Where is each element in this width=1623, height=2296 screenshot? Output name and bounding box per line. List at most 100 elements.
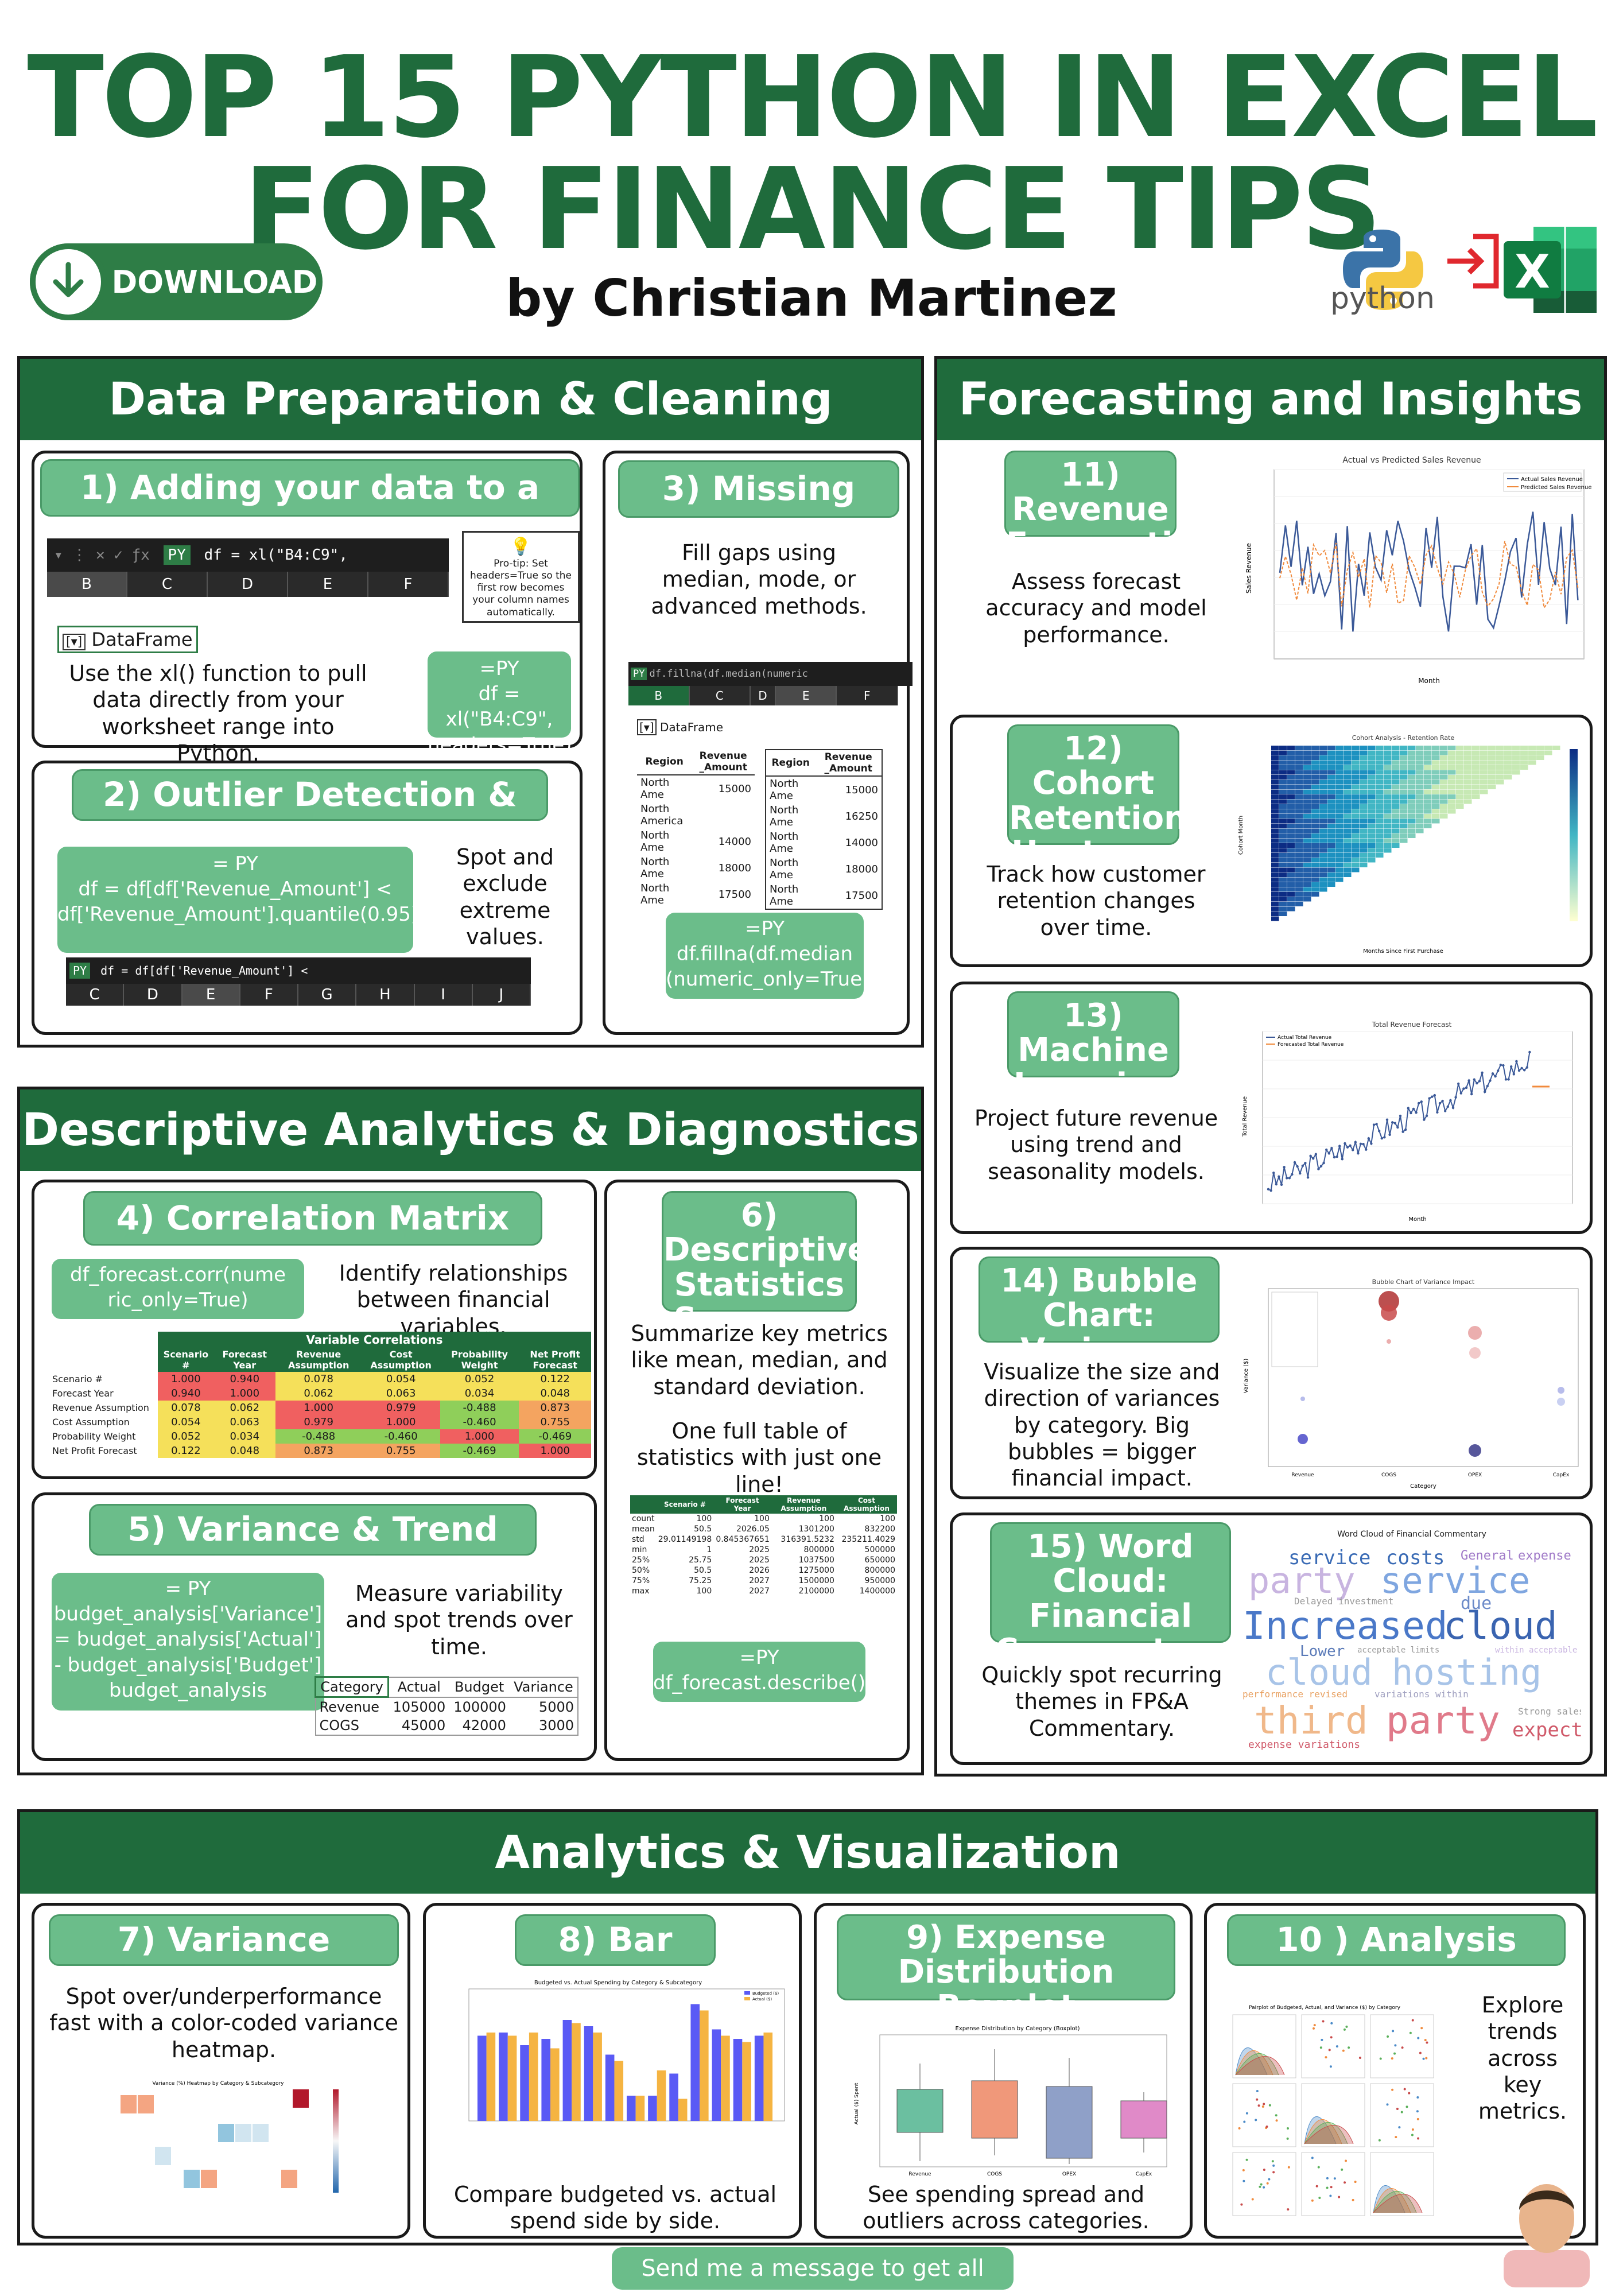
heatmap-cell xyxy=(1480,755,1488,760)
tip-title: 5) Variance & Trend Analysis xyxy=(89,1504,537,1596)
heatmap-cell xyxy=(1287,892,1295,897)
legend-actual: Actual Total Revenue xyxy=(1278,1035,1332,1041)
heatmap-cell xyxy=(1327,863,1335,867)
table-cell: 45000 xyxy=(401,1717,446,1733)
chart-title: Pairplot of Budgeted, Actual, and Varian… xyxy=(1249,2005,1400,2011)
heatmap-cell xyxy=(1319,872,1327,877)
cta-button[interactable]: Send me a message to get all code! xyxy=(612,2247,1014,2290)
heatmap-cell xyxy=(1352,775,1360,779)
data-point xyxy=(1242,2169,1245,2171)
heatmap-cell xyxy=(1384,755,1392,760)
table-row: North Ame 17500 xyxy=(637,881,755,907)
table-cell: 2025 xyxy=(749,1556,770,1565)
heatmap-cell xyxy=(1544,750,1552,755)
table-cell: 800000 xyxy=(864,1566,895,1575)
table-cell: 0.873 xyxy=(519,1401,591,1415)
bar-actual xyxy=(507,2035,517,2121)
heatmap-cell xyxy=(1392,794,1400,799)
heatmap-cell xyxy=(1271,897,1279,902)
tip-body-2: One full table of statistics with just o… xyxy=(636,1418,882,1497)
tip-title: 2) Outlier Detection & Removal xyxy=(72,769,548,861)
heatmap-cell xyxy=(1360,799,1368,804)
protip-text: Pro-tip: Set headers=True so the first r… xyxy=(469,557,572,618)
heatmap-cell xyxy=(1311,770,1319,775)
heatmap-cell xyxy=(1303,746,1311,750)
tip-body: Use the xl() function to pull data direc… xyxy=(69,661,367,766)
data-point xyxy=(1401,2046,1404,2049)
bubble xyxy=(1557,1398,1565,1406)
data-point xyxy=(1333,1155,1336,1159)
data-point xyxy=(1499,1064,1502,1066)
data-point xyxy=(1425,2057,1428,2060)
ml-forecast-chart: Total Revenue Forecast Actual Total Reve… xyxy=(1242,1021,1573,1223)
tip-card-5: 5) Variance & Trend Analysis = PY budget… xyxy=(32,1492,597,1761)
bubble xyxy=(1387,1339,1391,1344)
heatmap-cell xyxy=(1408,760,1416,765)
svg-text:third: third xyxy=(1254,1698,1368,1743)
data-point xyxy=(1507,1078,1510,1081)
svg-text:expected: expected xyxy=(1512,1719,1581,1742)
data-point xyxy=(1425,1114,1428,1118)
table-cell: 42000 xyxy=(462,1717,506,1733)
x-axis-label: Month xyxy=(1418,677,1440,685)
col-d: D xyxy=(208,572,288,597)
heatmap-cell xyxy=(1456,785,1464,789)
col-e: E xyxy=(288,572,368,597)
svg-text:CapEx: CapEx xyxy=(1553,1472,1570,1478)
heatmap-cell xyxy=(1432,794,1440,799)
data-point xyxy=(1263,2186,1265,2189)
heatmap-cell xyxy=(1335,838,1344,843)
formula-bar: PY df = df[df['Revenue_Amount'] < df['Re… xyxy=(66,957,531,1004)
heatmap-cell xyxy=(1440,770,1448,775)
data-point xyxy=(1287,2208,1290,2211)
heatmap-cell xyxy=(1368,794,1376,799)
heatmap-cell xyxy=(1327,867,1335,872)
heatmap-cell xyxy=(1520,746,1528,750)
heatmap-cell xyxy=(218,2124,234,2142)
heatmap-cell xyxy=(1392,779,1400,785)
heatmap-cell xyxy=(1319,877,1327,882)
data-point xyxy=(1418,1102,1420,1105)
heatmap-cell xyxy=(1416,789,1424,794)
download-button[interactable]: DOWNLOAD xyxy=(30,243,323,320)
heatmap-cell xyxy=(1311,755,1319,760)
heatmap-cell xyxy=(1352,760,1360,765)
heatmap-cell xyxy=(1319,804,1327,809)
heatmap-cell xyxy=(1327,824,1335,828)
heatmap-cell xyxy=(1335,794,1344,799)
heatmap-cell xyxy=(1456,789,1464,794)
heatmap-cell xyxy=(1392,819,1400,824)
heatmap-cell xyxy=(1279,824,1287,828)
bar-budgeted xyxy=(520,2045,529,2121)
tip-body: Compare budgeted vs. actual spend side b… xyxy=(453,2182,777,2234)
heatmap-cell xyxy=(1424,799,1432,804)
heatmap-cell xyxy=(1448,809,1456,814)
table-row: Scenario # 1.000 0.940 0.078 0.054 0.052 0.122 xyxy=(49,1372,591,1386)
table-row: 25% 25.75 2025 1037500 650000 xyxy=(630,1555,897,1565)
data-point xyxy=(1255,2119,1257,2122)
heatmap-cell xyxy=(1392,770,1400,775)
pairplot-panel xyxy=(1370,2083,1434,2147)
table-cell: 0.755 xyxy=(519,1415,591,1429)
col-e: E xyxy=(775,686,837,705)
heatmap-cell xyxy=(1480,765,1488,770)
data-point xyxy=(1428,1097,1431,1100)
tip-card-12: 12) Cohort Retention Heatmap Track how c… xyxy=(950,715,1593,967)
heatmap-cell xyxy=(1384,789,1392,794)
table-cell: 50.5 xyxy=(694,1525,712,1534)
heatmap-cell xyxy=(1472,750,1480,755)
heatmap-cell xyxy=(1303,809,1311,814)
heatmap-cell xyxy=(1271,809,1279,814)
heatmap-cell xyxy=(1327,779,1335,785)
table-row: North Ame 14000 xyxy=(766,829,882,856)
data-point xyxy=(1465,1086,1468,1089)
heatmap-cell xyxy=(1352,853,1360,858)
heatmap-cell xyxy=(1287,765,1295,770)
data-point xyxy=(1400,2111,1403,2113)
legend-actual: Actual ($) xyxy=(752,1997,772,2002)
category-label: OPEX xyxy=(1062,2171,1076,2177)
data-point xyxy=(1433,1093,1436,1097)
heatmap-cell xyxy=(1271,916,1279,921)
data-point xyxy=(1268,2178,1271,2181)
tip-title: 7) Variance Heatmap xyxy=(49,1914,399,2006)
